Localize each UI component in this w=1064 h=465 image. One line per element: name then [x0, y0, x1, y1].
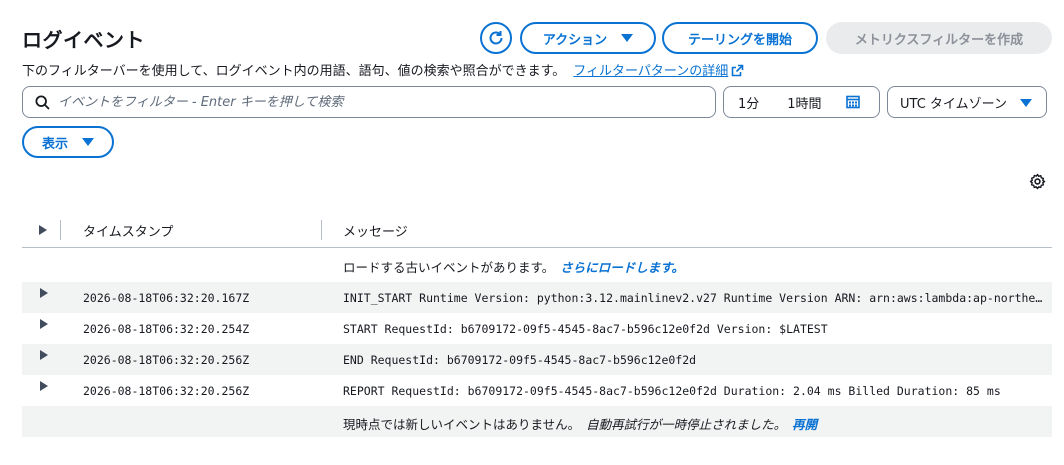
- no-new-events-text: 現時点では新しいイベントはありません。: [343, 417, 581, 432]
- caret-down-icon: [621, 34, 634, 42]
- display-dropdown-button[interactable]: 表示: [22, 126, 114, 158]
- table-row[interactable]: 2026-08-18T06:32:20.167Z INIT_START Runt…: [22, 282, 1052, 313]
- no-new-events-row: 現時点では新しいイベントはありません。 自動再試行が一時停止されました。 再開: [22, 406, 1052, 437]
- timezone-label: UTC タイムゾーン: [900, 96, 1007, 112]
- actions-label: アクション: [542, 32, 608, 48]
- expand-row-icon[interactable]: [39, 349, 49, 361]
- create-metric-filter-button: メトリクスフィルターを作成: [826, 22, 1052, 54]
- event-filter-search[interactable]: [22, 86, 716, 118]
- start-tailing-label: テーリングを開始: [687, 32, 792, 48]
- load-more-link[interactable]: さらにロードします。: [560, 260, 684, 275]
- refresh-button[interactable]: [480, 22, 512, 54]
- display-label: 表示: [41, 136, 68, 152]
- resume-link[interactable]: 再開: [792, 417, 817, 432]
- expand-all-icon[interactable]: [38, 224, 48, 236]
- table-header: タイムスタンプ メッセージ: [22, 212, 1052, 248]
- time-range-1m[interactable]: 1分: [738, 93, 759, 112]
- table-row[interactable]: 2026-08-18T06:32:20.254Z START RequestId…: [22, 313, 1052, 344]
- column-divider: [321, 220, 322, 240]
- actions-dropdown-button[interactable]: アクション: [520, 22, 656, 54]
- expand-row-icon[interactable]: [39, 380, 49, 392]
- caret-down-icon: [82, 138, 94, 146]
- row-message: END RequestId: b6709172-09f5-4545-8ac7-b…: [343, 353, 697, 367]
- time-range-selector[interactable]: 1分 1時間: [723, 86, 880, 118]
- description-text: 下のフィルターバーを使用して、ログイベント内の用語、語句、値の検索や照合ができま…: [22, 64, 566, 79]
- column-divider: [60, 220, 61, 240]
- row-timestamp: 2026-08-18T06:32:20.256Z: [83, 353, 250, 367]
- create-metric-filter-label: メトリクスフィルターを作成: [854, 32, 1024, 48]
- calendar-icon[interactable]: [845, 95, 860, 109]
- load-older-row: ロードする古いイベントがあります。 さらにロードします。: [22, 248, 1052, 282]
- refresh-icon: [489, 31, 503, 45]
- row-message: START RequestId: b6709172-09f5-4545-8ac7…: [343, 322, 828, 336]
- row-timestamp: 2026-08-18T06:32:20.167Z: [83, 291, 250, 305]
- page-title: ログイベント: [22, 28, 145, 52]
- log-events-table: タイムスタンプ メッセージ ロードする古いイベントがあります。 さらにロードします…: [22, 212, 1052, 437]
- filter-pattern-link[interactable]: フィルターパターンの詳細: [573, 64, 744, 79]
- auto-retry-paused-text: 自動再試行が一時停止されました。: [586, 417, 787, 432]
- filter-pattern-link-label: フィルターパターンの詳細: [573, 64, 729, 79]
- column-header-timestamp[interactable]: タイムスタンプ: [83, 221, 173, 240]
- time-range-1h[interactable]: 1時間: [787, 93, 821, 112]
- table-row[interactable]: 2026-08-18T06:32:20.256Z END RequestId: …: [22, 344, 1052, 375]
- column-header-message[interactable]: メッセージ: [343, 221, 408, 240]
- row-message: INIT_START Runtime Version: python:3.12.…: [343, 291, 1043, 305]
- row-timestamp: 2026-08-18T06:32:20.256Z: [83, 384, 250, 398]
- row-message: REPORT RequestId: b6709172-09f5-4545-8ac…: [343, 384, 1001, 398]
- page-description: 下のフィルターバーを使用して、ログイベント内の用語、語句、値の検索や照合ができま…: [22, 60, 744, 79]
- timezone-select[interactable]: UTC タイムゾーン: [887, 86, 1047, 118]
- expand-row-icon[interactable]: [39, 318, 49, 330]
- gear-icon[interactable]: [1029, 173, 1046, 190]
- row-timestamp: 2026-08-18T06:32:20.254Z: [83, 322, 250, 336]
- no-new-events-note: 現時点では新しいイベントはありません。 自動再試行が一時停止されました。 再開: [343, 414, 817, 433]
- load-older-note: ロードする古いイベントがあります。 さらにロードします。: [343, 257, 684, 276]
- table-row[interactable]: 2026-08-18T06:32:20.256Z REPORT RequestI…: [22, 375, 1052, 406]
- caret-down-icon: [1020, 99, 1032, 107]
- expand-row-icon[interactable]: [39, 287, 49, 299]
- start-tailing-button[interactable]: テーリングを開始: [662, 22, 818, 54]
- load-older-text: ロードする古いイベントがあります。: [343, 260, 555, 275]
- external-link-icon: [731, 64, 744, 77]
- search-icon: [35, 94, 50, 110]
- search-input[interactable]: [58, 94, 678, 110]
